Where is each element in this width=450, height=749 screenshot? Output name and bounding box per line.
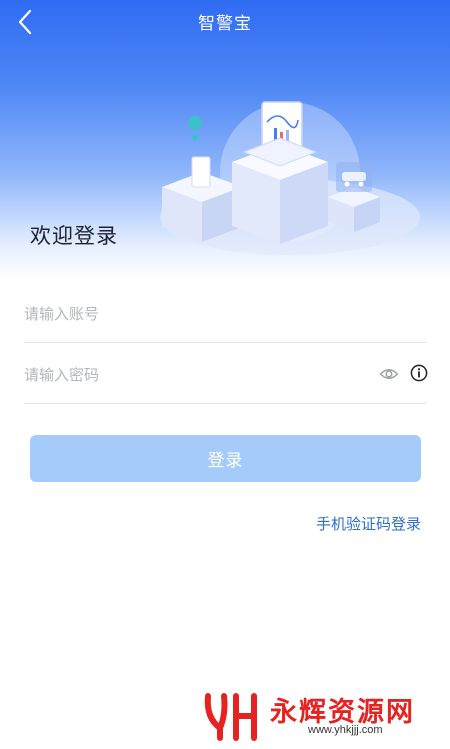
password-input[interactable] (24, 346, 364, 403)
watermark-logo (204, 693, 257, 741)
nav-bar: 智警宝 (0, 0, 450, 44)
account-field (24, 285, 427, 343)
eye-icon[interactable] (379, 364, 399, 384)
login-illustration (160, 101, 420, 255)
page-title: 智警宝 (198, 14, 252, 34)
sms-login-link[interactable]: 手机验证码登录 (316, 513, 421, 534)
hero-header: 智警宝 欢迎登录 (0, 0, 450, 280)
password-field (24, 346, 428, 404)
info-icon[interactable] (410, 364, 428, 382)
account-input[interactable] (24, 285, 364, 342)
login-button[interactable]: 登录 (30, 435, 421, 482)
watermark-url: www.yhkjjj.com (308, 724, 383, 736)
watermark: 永辉资源网 www.yhkjjj.com (200, 688, 440, 742)
welcome-heading: 欢迎登录 (30, 224, 118, 248)
